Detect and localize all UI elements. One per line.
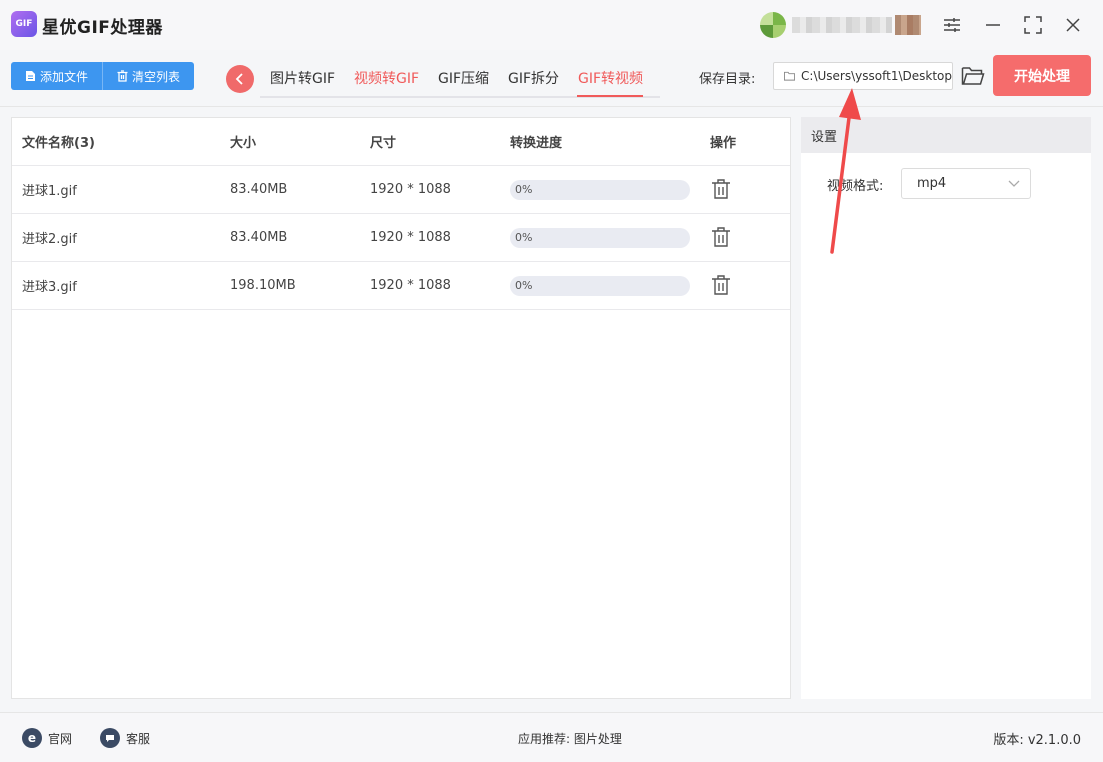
- title-bar: GIF 星优GIF处理器: [0, 0, 1103, 50]
- table-header: 文件名称(3) 大小 尺寸 转换进度 操作: [12, 118, 790, 166]
- version-label: 版本: v2.1.0.0: [993, 733, 1081, 748]
- video-format-value: mp4: [917, 176, 947, 191]
- file-dimensions: 1920 * 1088: [370, 230, 451, 245]
- table-row[interactable]: 进球3.gif 198.10MB 1920 * 1088 0%: [12, 262, 790, 310]
- app-recommend[interactable]: 应用推荐: 图片处理: [518, 730, 622, 747]
- minimize-icon[interactable]: [978, 10, 1008, 40]
- support-label: 客服: [126, 731, 151, 746]
- save-dir-field[interactable]: C:\Users\yssoft1\Desktop: [773, 62, 953, 90]
- website-label: 官网: [48, 731, 73, 746]
- settings-panel: 设置 视频格式: mp4: [801, 117, 1091, 699]
- chevron-down-icon: [1008, 180, 1020, 187]
- settings-header: 设置: [801, 117, 1091, 153]
- file-size: 83.40MB: [230, 230, 288, 245]
- chevron-left-icon: [235, 73, 243, 85]
- tab-gif-to-video[interactable]: GIF转视频: [578, 68, 643, 88]
- file-size: 83.40MB: [230, 182, 288, 197]
- file-size: 198.10MB: [230, 278, 296, 293]
- tab-gif-compress[interactable]: GIF压缩: [438, 68, 489, 88]
- header-progress: 转换进度: [510, 136, 563, 151]
- file-button-group: 添加文件 清空列表: [11, 62, 195, 90]
- start-processing-button[interactable]: 开始处理: [993, 55, 1091, 96]
- video-format-label: 视频格式:: [827, 179, 884, 194]
- maximize-icon[interactable]: [1018, 10, 1048, 40]
- support-link[interactable]: 客服: [100, 728, 150, 748]
- progress-bar: 0%: [510, 180, 690, 200]
- file-table: 文件名称(3) 大小 尺寸 转换进度 操作 进球1.gif 83.40MB 19…: [11, 117, 791, 699]
- function-tabs: 图片转GIF 视频转GIF GIF压缩 GIF拆分 GIF转视频: [260, 62, 660, 98]
- header-size: 大小: [230, 136, 257, 151]
- header-name: 文件名称(3): [22, 136, 95, 151]
- settings-sliders-icon[interactable]: [937, 10, 967, 40]
- website-link[interactable]: e 官网: [22, 728, 72, 748]
- close-icon[interactable]: [1058, 10, 1088, 40]
- clear-list-label: 清空列表: [132, 69, 181, 84]
- back-button[interactable]: [226, 65, 254, 93]
- file-icon: [26, 71, 35, 81]
- app-title: 星优GIF处理器: [42, 18, 163, 38]
- folder-small-icon: [784, 71, 796, 81]
- footer-bar: e 官网 客服 应用推荐: 图片处理 版本: v2.1.0.0: [0, 712, 1103, 762]
- user-avatar[interactable]: [760, 12, 786, 38]
- tab-image-to-gif[interactable]: 图片转GIF: [270, 68, 335, 88]
- save-dir-value: C:\Users\yssoft1\Desktop: [801, 69, 952, 83]
- header-dimensions: 尺寸: [370, 136, 397, 151]
- progress-label: 0%: [515, 231, 533, 244]
- folder-open-icon[interactable]: [961, 65, 985, 87]
- user-badge-blurred: [895, 15, 921, 35]
- add-file-label: 添加文件: [40, 69, 89, 84]
- file-dimensions: 1920 * 1088: [370, 182, 451, 197]
- add-file-button[interactable]: 添加文件: [11, 62, 103, 90]
- toolbar-divider: [0, 106, 1103, 107]
- file-dimensions: 1920 * 1088: [370, 278, 451, 293]
- file-name: 进球3.gif: [22, 280, 77, 295]
- table-row[interactable]: 进球1.gif 83.40MB 1920 * 1088 0%: [12, 166, 790, 214]
- progress-label: 0%: [515, 183, 533, 196]
- trash-icon: [117, 70, 128, 82]
- user-name-blurred: [792, 17, 892, 33]
- delete-icon[interactable]: [710, 274, 732, 296]
- clear-list-button[interactable]: 清空列表: [102, 62, 195, 90]
- delete-icon[interactable]: [710, 226, 732, 248]
- video-format-select[interactable]: mp4: [901, 168, 1031, 199]
- active-tab-indicator: [577, 95, 643, 97]
- browser-e-icon: e: [22, 728, 42, 748]
- progress-bar: 0%: [510, 228, 690, 248]
- file-name: 进球1.gif: [22, 184, 77, 199]
- progress-label: 0%: [515, 279, 533, 292]
- tab-video-to-gif[interactable]: 视频转GIF: [354, 68, 419, 88]
- tab-gif-split[interactable]: GIF拆分: [508, 68, 559, 88]
- progress-bar: 0%: [510, 276, 690, 296]
- save-dir-label: 保存目录:: [699, 72, 756, 87]
- table-row[interactable]: 进球2.gif 83.40MB 1920 * 1088 0%: [12, 214, 790, 262]
- file-name: 进球2.gif: [22, 232, 77, 247]
- delete-icon[interactable]: [710, 178, 732, 200]
- header-action: 操作: [710, 136, 737, 151]
- app-logo-icon: GIF: [11, 11, 37, 37]
- chat-bubble-icon: [100, 728, 120, 748]
